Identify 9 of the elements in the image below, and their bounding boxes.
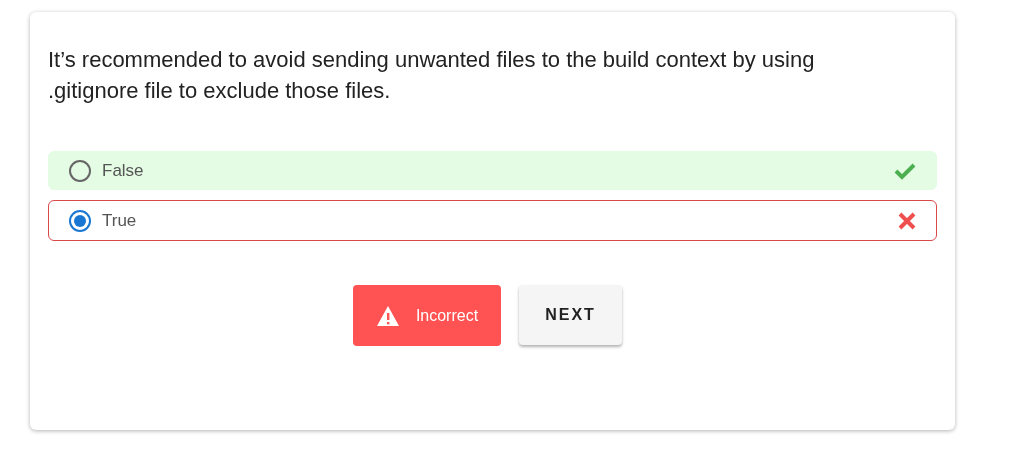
radio-button[interactable] xyxy=(69,209,91,232)
option-label: True xyxy=(102,209,138,232)
radio-button[interactable] xyxy=(69,159,91,182)
answer-option[interactable]: False xyxy=(48,151,937,190)
warning-icon xyxy=(375,304,400,327)
option-label: False xyxy=(102,159,145,182)
next-button[interactable]: NEXT xyxy=(519,285,622,345)
answer-option[interactable]: True xyxy=(48,200,937,241)
question-text: It’s recommended to avoid sending unwanted files to the build context by using .gitignore file to exclude those files. xyxy=(48,46,816,105)
